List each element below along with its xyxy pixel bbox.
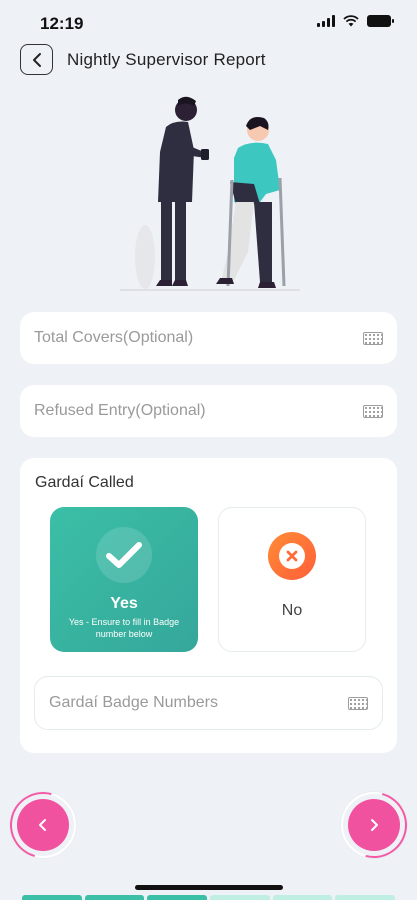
page-title: Nightly Supervisor Report (67, 50, 266, 69)
gardai-yes-option[interactable]: Yes Yes - Ensure to fill in Badge number… (50, 507, 198, 652)
keyboard-icon (363, 331, 383, 345)
refused-entry-field[interactable]: Refused Entry(Optional) (20, 385, 397, 437)
keyboard-icon (348, 696, 368, 710)
next-button[interactable] (341, 792, 407, 858)
total-covers-field[interactable]: Total Covers(Optional) (20, 312, 397, 364)
home-indicator (135, 885, 283, 890)
status-time: 12:19 (40, 14, 84, 33)
status-icons (317, 15, 394, 27)
gardai-called-label: Gardaí Called (35, 474, 134, 491)
previous-button[interactable] (10, 792, 76, 858)
checkmark-icon (96, 527, 152, 583)
progress-segment (147, 895, 208, 900)
keyboard-icon (363, 404, 383, 418)
status-bar: 12:19 (0, 0, 417, 44)
gardai-no-option[interactable]: No (218, 507, 366, 652)
progress-segment (84, 895, 145, 900)
supervisor-illustration (120, 96, 300, 291)
gardai-badge-numbers-placeholder: Gardaí Badge Numbers (49, 694, 218, 711)
progress-bar (22, 895, 396, 900)
chevron-left-icon (32, 52, 41, 67)
no-label: No (281, 602, 303, 619)
refused-entry-placeholder: Refused Entry(Optional) (34, 402, 206, 419)
gardai-called-card: Gardaí Called Yes Yes - Ensure to fill i… (20, 458, 397, 753)
chevron-left-icon (39, 819, 46, 831)
progress-segment (272, 895, 333, 900)
gardai-badge-numbers-field[interactable]: Gardaí Badge Numbers (34, 676, 383, 730)
header: Nightly Supervisor Report (20, 44, 397, 76)
close-icon (268, 532, 316, 580)
battery-icon (367, 15, 394, 27)
progress-segment (22, 895, 82, 900)
wifi-icon (343, 15, 359, 27)
cellular-signal-icon (317, 15, 335, 27)
chevron-right-icon (371, 819, 378, 831)
back-button[interactable] (20, 44, 53, 75)
progress-segment (335, 895, 396, 900)
progress-segment (210, 895, 270, 900)
yes-label: Yes (110, 595, 138, 612)
total-covers-placeholder: Total Covers(Optional) (34, 329, 194, 346)
yes-subtext: Yes - Ensure to fill in Badge number bel… (68, 617, 180, 639)
